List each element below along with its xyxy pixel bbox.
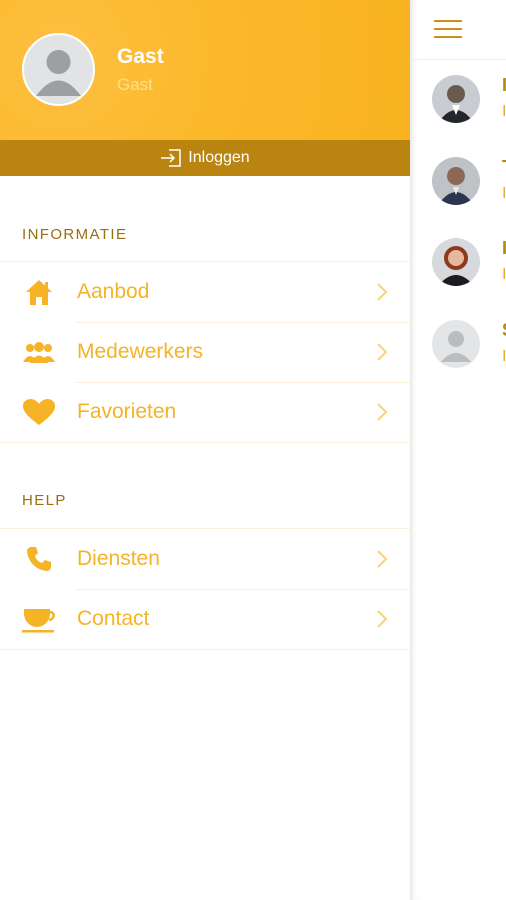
section-title-help: HELP bbox=[22, 492, 67, 509]
login-button[interactable]: Inloggen bbox=[0, 140, 410, 176]
login-icon bbox=[161, 149, 182, 167]
hamburger-menu-icon[interactable] bbox=[434, 20, 462, 40]
profile-header: Gast Gast bbox=[0, 0, 410, 140]
heart-icon bbox=[22, 397, 56, 427]
menu-item-label: Aanbod bbox=[77, 280, 150, 303]
user-role: Gast bbox=[117, 75, 153, 94]
menu-item-contact[interactable]: Contact bbox=[0, 589, 410, 649]
menu-item-diensten[interactable]: Diensten bbox=[0, 529, 410, 589]
home-icon bbox=[22, 277, 56, 307]
menu-item-label: Diensten bbox=[77, 547, 160, 570]
employee-name: I bbox=[502, 238, 506, 258]
menu-group-help: Diensten Contact bbox=[0, 528, 410, 650]
employee-role: I bbox=[502, 348, 506, 365]
phone-icon bbox=[22, 544, 56, 574]
employee-avatar[interactable] bbox=[432, 157, 480, 205]
coffee-cup-icon bbox=[22, 604, 56, 634]
app-screen: I I T I I I S I Gast Gast bbox=[0, 0, 506, 900]
employee-avatar[interactable] bbox=[432, 320, 480, 368]
menu-group-informatie: Aanbod Medewerkers Favorieten bbox=[0, 261, 410, 443]
employee-role: I bbox=[502, 103, 506, 120]
employee-avatar[interactable] bbox=[432, 238, 480, 286]
chevron-right-icon bbox=[377, 610, 388, 628]
section-title-informatie: INFORMATIE bbox=[22, 226, 128, 243]
people-icon bbox=[22, 337, 56, 367]
employee-name: T bbox=[502, 157, 506, 178]
employee-avatar[interactable] bbox=[432, 75, 480, 123]
chevron-right-icon bbox=[377, 550, 388, 568]
employee-name: I bbox=[502, 75, 506, 95]
employee-role: I bbox=[502, 266, 506, 283]
top-bar bbox=[410, 0, 506, 60]
menu-item-label: Favorieten bbox=[77, 400, 177, 423]
menu-item-aanbod[interactable]: Aanbod bbox=[0, 262, 410, 322]
avatar[interactable] bbox=[22, 33, 95, 106]
chevron-right-icon bbox=[377, 283, 388, 301]
chevron-right-icon bbox=[377, 403, 388, 421]
employee-list-page: I I T I I I S I bbox=[410, 0, 506, 900]
menu-item-label: Contact bbox=[77, 607, 150, 630]
employee-name: S bbox=[502, 320, 506, 341]
menu-item-favorieten[interactable]: Favorieten bbox=[0, 382, 410, 442]
employee-role: I bbox=[502, 185, 506, 202]
user-placeholder-icon bbox=[36, 50, 81, 96]
menu-item-medewerkers[interactable]: Medewerkers bbox=[0, 322, 410, 382]
user-name: Gast bbox=[117, 45, 164, 68]
menu-item-label: Medewerkers bbox=[77, 340, 204, 363]
chevron-right-icon bbox=[377, 343, 388, 361]
login-label: Inloggen bbox=[188, 149, 250, 166]
navigation-drawer: Gast Gast Inloggen INFORMATIE Aanbod Med… bbox=[0, 0, 410, 900]
